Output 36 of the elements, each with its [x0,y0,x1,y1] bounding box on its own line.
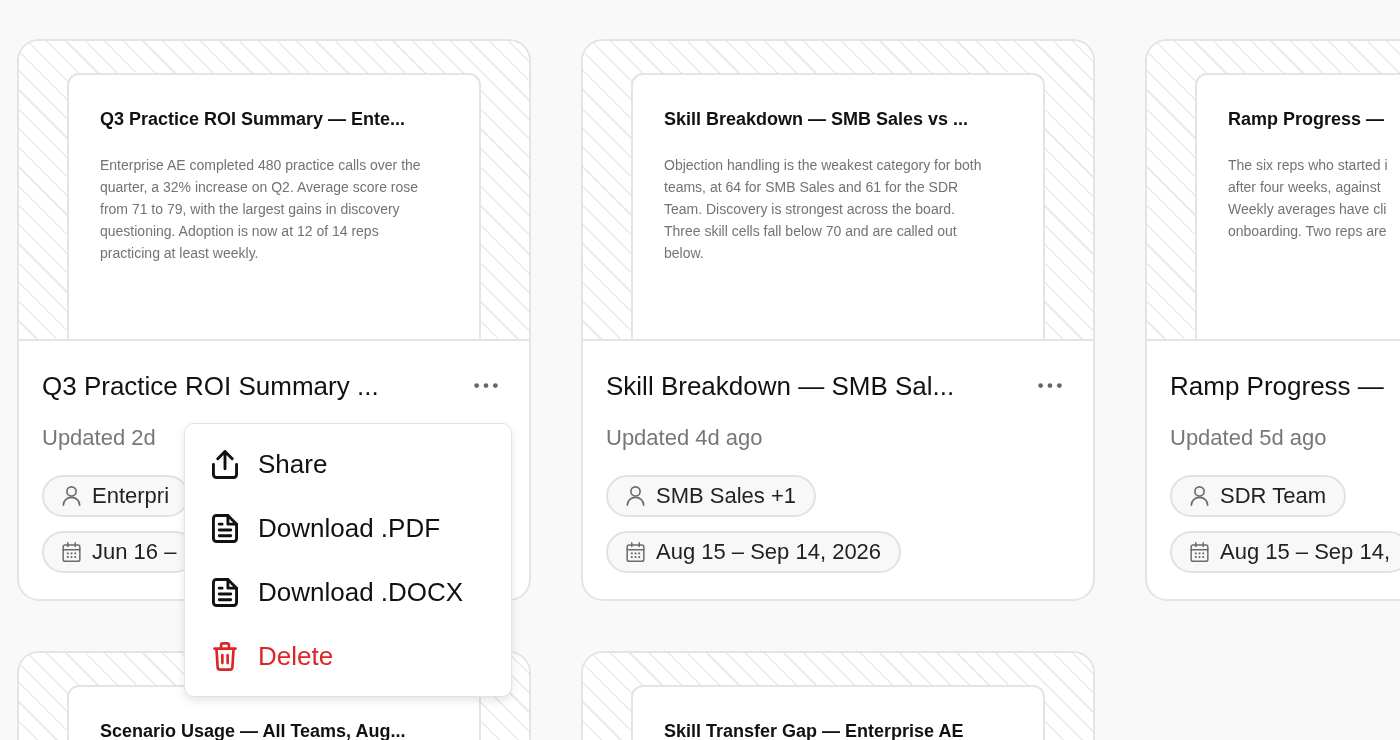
menu-item[interactable]: Download .DOCX [185,560,511,624]
preview-text: The six reps who started i after four weeks, against Weekly averages have cli onboarding. Two reps are [1228,156,1388,241]
preview-title: Ramp Progress — [1228,108,1385,131]
preview-title: Q3 Practice ROI Summary — Ente... [100,108,406,131]
report-title: Q3 Practice ROI Summary ... [42,370,379,403]
person-icon [1190,486,1209,506]
menu-item[interactable]: Share [185,432,511,496]
preview-text: Enterprise AE completed 480 practice calls over the quarter, a 32% increase on Q2. Average score rose from 71 to 79, with the largest gains in discovery questioning. Adoption is now at 12 of 14 reps practicing at least weekly. [100,156,421,263]
menu-item[interactable]: Download .PDF [185,496,511,560]
preview-title: Skill Transfer Gap — Enterprise AE [664,720,964,740]
team-name: SMB Sales +1 [656,482,796,510]
preview-text: Objection handling is the weakest category for both teams, at 64 for SMB Sales and 61 for the SDR Team. Discovery is strongest across the board. Three skill cells fall below 70 and are called out below. [664,156,982,263]
document-icon [212,513,238,543]
updated-time: Updated 5d ago [1170,424,1327,452]
share-icon [212,449,238,479]
person-icon [62,486,81,506]
date-range: Aug 15 – Sep 14, [1220,538,1391,566]
more-icon [1038,383,1062,389]
calendar-icon [1190,542,1209,562]
preview-title: Skill Breakdown — SMB Sales vs ... [664,108,969,131]
date-range: Jun 16 – [92,538,177,566]
report-title: Ramp Progress — [1170,370,1384,403]
team-name: SDR Team [1220,482,1326,510]
updated-time: Updated 4d ago [606,424,763,452]
document-icon [212,577,238,607]
trash-icon [212,641,238,671]
date-range: Aug 15 – Sep 14, 2026 [656,538,882,566]
preview-title: Scenario Usage — All Teams, Aug... [100,720,406,740]
more-icon [474,383,498,389]
report-title: Skill Breakdown — SMB Sal... [606,370,955,403]
updated-time: Updated 2d [42,424,156,452]
team-name: Enterpri [92,482,170,510]
calendar-icon [62,542,81,562]
person-icon [626,486,645,506]
menu-item[interactable]: Delete [185,624,511,688]
calendar-icon [626,542,645,562]
